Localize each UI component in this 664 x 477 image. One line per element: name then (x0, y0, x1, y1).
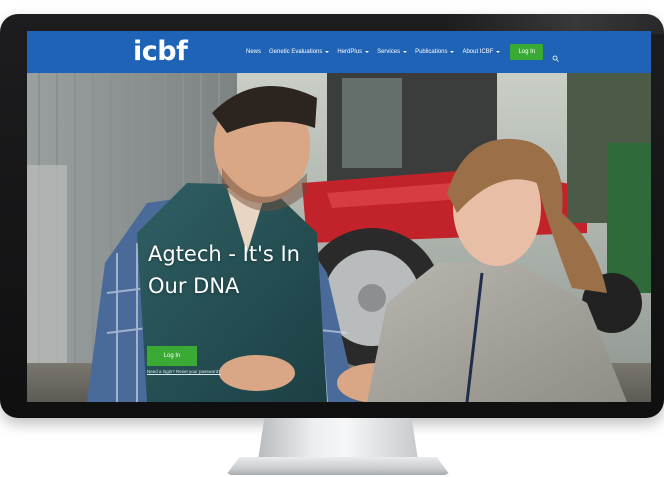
chevron-down-icon (450, 51, 455, 53)
main-nav: News Genetic Evaluations HerdPlus Servic… (246, 31, 559, 73)
nav-item-label: Publications (415, 49, 448, 55)
nav-item-herdplus[interactable]: HerdPlus (337, 49, 370, 55)
reset-password-link[interactable]: Need a login? Reset your password? (147, 369, 221, 374)
monitor-screen: icbf News Genetic Evaluations HerdPlus S… (27, 31, 651, 402)
header-login-button[interactable]: Log In (510, 44, 544, 60)
site-header: icbf News Genetic Evaluations HerdPlus S… (27, 31, 651, 73)
nav-item-label: Services (377, 49, 401, 55)
search-icon[interactable] (552, 49, 559, 62)
chevron-down-icon (403, 51, 408, 53)
nav-item-label: Genetic Evaluations (269, 49, 323, 55)
nav-item-label: About ICBF (462, 49, 494, 55)
chevron-down-icon (496, 51, 501, 53)
desktop-monitor-mockup: icbf News Genetic Evaluations HerdPlus S… (0, 0, 664, 477)
chevron-down-icon (325, 51, 330, 53)
hero-title: Agtech - It's In Our DNA (148, 238, 318, 302)
nav-item-about-icbf[interactable]: About ICBF (462, 49, 501, 55)
hero-title-line-1: Agtech - It's In (148, 242, 300, 266)
nav-item-services[interactable]: Services (377, 49, 408, 55)
nav-item-label: News (246, 49, 262, 55)
nav-item-label: HerdPlus (337, 49, 363, 55)
hero-banner: Agtech - It's In Our DNA Log In Need a l… (27, 73, 651, 402)
nav-item-genetic-evaluations[interactable]: Genetic Evaluations (269, 49, 330, 55)
chevron-down-icon (365, 51, 370, 53)
monitor-stand-neck (258, 418, 418, 460)
hero-login-button[interactable]: Log In (147, 346, 197, 366)
hero-title-line-2: Our DNA (148, 274, 240, 298)
icbf-logo[interactable]: icbf (133, 37, 188, 67)
hero-photo-farmers-with-tractor (27, 73, 651, 402)
monitor-stand-base (226, 457, 450, 475)
nav-item-news[interactable]: News (246, 49, 261, 55)
nav-item-publications[interactable]: Publications (415, 49, 455, 55)
